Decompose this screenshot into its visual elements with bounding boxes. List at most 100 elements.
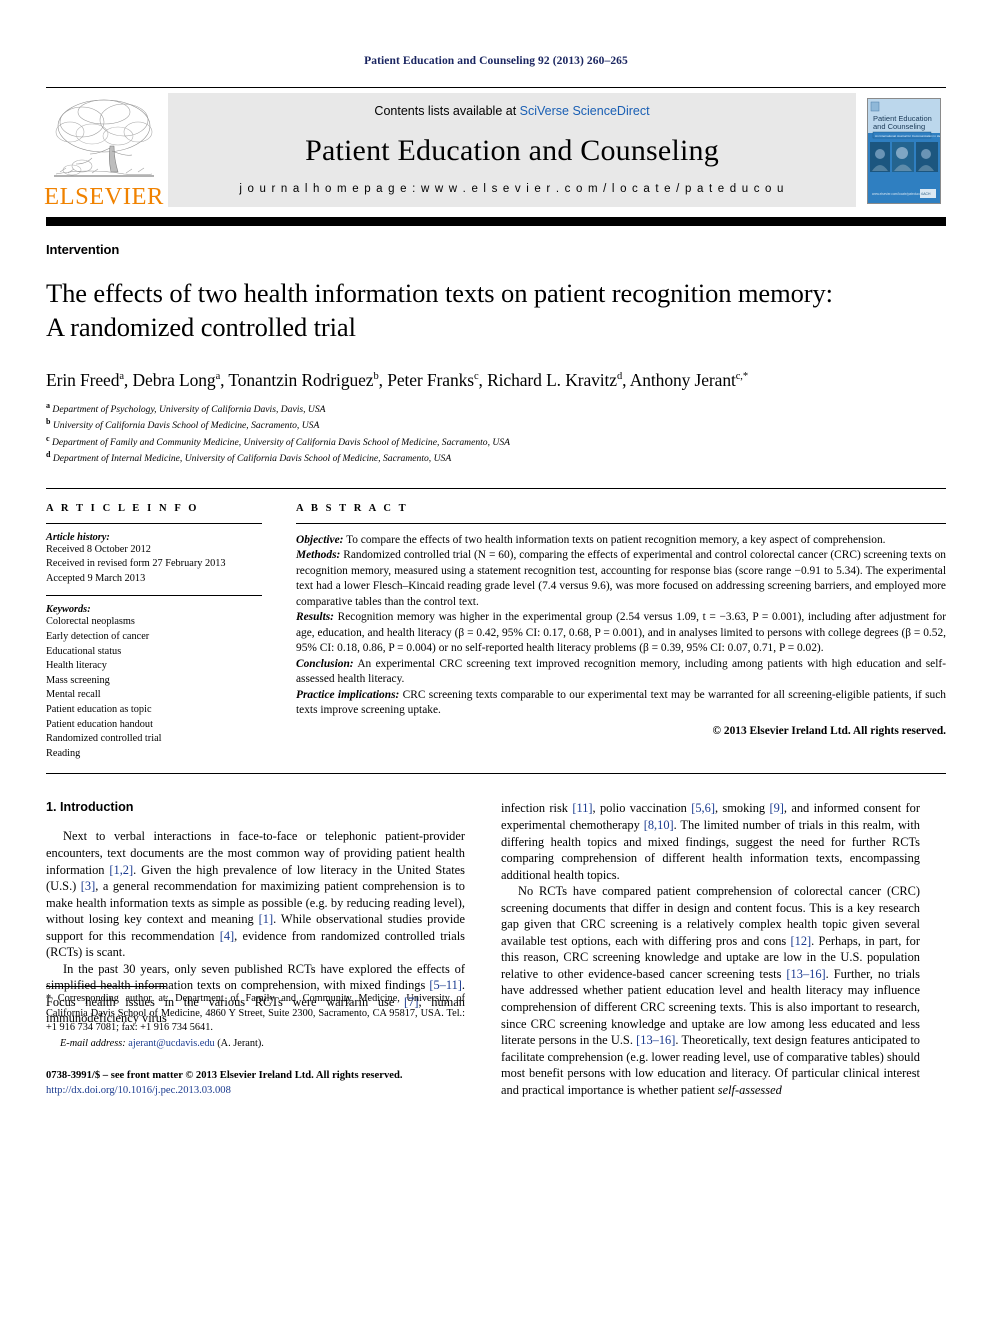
abstract-section-label: Conclusion: (296, 657, 354, 670)
affiliation-line: b University of California Davis School … (46, 417, 320, 432)
affiliation-list: a Department of Psychology, University o… (46, 400, 946, 466)
svg-text:www.elsevier.com/locate/patedu: www.elsevier.com/locate/pateducou (872, 192, 923, 196)
author-affiliation-mark: a (119, 370, 124, 382)
keywords-list: Colorectal neoplasms Early detection of c… (46, 615, 262, 761)
email-note: E-mail address: ajerant@ucdavis.edu (A. … (46, 1037, 465, 1052)
keyword-item: Colorectal neoplasms (46, 616, 135, 628)
footnote-rule (46, 986, 166, 988)
abstract-section: Practice implications: CRC screening tex… (296, 688, 946, 717)
body-paragraph: infection risk [11], polio vaccination [… (501, 801, 921, 882)
journal-title: Patient Education and Counseling (305, 133, 719, 167)
contents-available-line: Contents lists available at SciVerse Sci… (374, 104, 649, 118)
abstract-section: Results: Recognition memory was higher i… (296, 611, 946, 654)
abstract-section-label: Practice implications: (296, 688, 400, 701)
affiliation-mark: a (46, 400, 50, 410)
author-name: Peter Franks (387, 369, 474, 390)
svg-text:and Counseling: and Counseling (873, 122, 925, 131)
abstract-body: Objective: To compare the effects of two… (296, 533, 946, 719)
author-affiliation-mark: b (373, 370, 379, 382)
keyword-item: Randomized controlled trial (46, 733, 162, 745)
footnote-block: * Corresponding author at: Department of… (46, 986, 465, 1098)
article-info-column: A R T I C L E I N F O Article history: R… (46, 503, 296, 762)
abstract-column: A B S T R A C T Objective: To compare th… (296, 503, 946, 762)
emphasis-text: self-assessed (717, 1082, 782, 1097)
keyword-item: Mass screening (46, 674, 110, 686)
article-history-item: Accepted 9 March 2013 (46, 572, 146, 584)
citation-link[interactable]: [9] (769, 801, 783, 815)
keyword-item: Early detection of cancer (46, 630, 150, 642)
citation-link[interactable]: [12] (791, 934, 812, 948)
masthead-center-panel: Contents lists available at SciVerse Sci… (168, 93, 856, 207)
affiliation-line: c Department of Family and Community Med… (46, 433, 510, 448)
right-column-paragraphs: infection risk [11], polio vaccination [… (501, 800, 920, 1098)
sciencedirect-link[interactable]: SciVerse ScienceDirect (520, 104, 650, 118)
introduction-heading: 1. Introduction (46, 800, 134, 815)
abstract-section: Conclusion: An experimental CRC screenin… (296, 657, 946, 686)
abstract-heading: A B S T R A C T (296, 502, 409, 514)
journal-article-page: Patient Education and Counseling 92 (201… (0, 0, 992, 1323)
citation-link[interactable]: [5,6] (691, 801, 715, 815)
journal-cover-thumbnail-wrap: Patient Education and Counseling An Inte… (862, 88, 946, 213)
article-title-line-1: The effects of two health information te… (46, 278, 833, 308)
article-info-heading: A R T I C L E I N F O (46, 502, 200, 514)
author-affiliation-mark: c (473, 370, 479, 382)
author-list: Erin Freeda, Debra Longa, Tonantzin Rodr… (46, 369, 748, 390)
citation-link[interactable]: [4] (220, 929, 234, 943)
body-right-column: infection risk [11], polio vaccination [… (501, 800, 920, 1098)
keyword-item: Patient education as topic (46, 703, 152, 715)
body-columns: 1. Introduction Next to verbal interacti… (46, 800, 946, 1098)
abstract-copyright: © 2013 Elsevier Ireland Ltd. All rights … (712, 724, 946, 737)
affiliation-line: d Department of Internal Medicine, Unive… (46, 450, 452, 465)
article-history-label: Article history: (46, 531, 110, 543)
citation-link[interactable]: [13–16] (636, 1033, 675, 1047)
author-affiliation-mark: c,* (735, 370, 748, 382)
citation-link[interactable]: [11] (572, 801, 592, 815)
journal-masthead: ELSEVIER Contents lists available at Sci… (44, 87, 946, 213)
citation-link[interactable]: [1,2] (109, 863, 133, 877)
affiliation-mark: b (46, 417, 51, 427)
abstract-rule (296, 522, 946, 524)
elsevier-logo: ELSEVIER (44, 88, 163, 213)
keywords-label: Keywords: (46, 604, 91, 616)
keyword-item: Educational status (46, 645, 122, 657)
issn-line: 0738-3991/$ – see front matter © 2013 El… (46, 1069, 403, 1081)
email-suffix: (A. Jerant). (214, 1037, 264, 1049)
article-info-rule (46, 522, 262, 524)
article-history-item: Received in revised form 27 February 201… (46, 558, 226, 570)
keyword-item: Health literacy (46, 660, 107, 672)
masthead-black-bar (46, 217, 946, 226)
doi-link[interactable]: http://dx.doi.org/10.1016/j.pec.2013.03.… (46, 1083, 465, 1098)
abstract-section: Objective: To compare the effects of two… (296, 533, 886, 546)
svg-text:An International Journal for C: An International Journal for Communicati… (875, 133, 941, 137)
citation-link[interactable]: [8,10] (644, 818, 674, 832)
elsevier-tree-icon (54, 99, 154, 176)
email-link[interactable]: ajerant@ucdavis.edu (128, 1038, 214, 1049)
article-section-kicker: Intervention (46, 242, 120, 257)
citation-link[interactable]: [3] (81, 879, 95, 893)
article-history-item: Received 8 October 2012 (46, 543, 151, 555)
author-name: Tonantzin Rodriguez (228, 369, 374, 390)
body-left-column: 1. Introduction Next to verbal interacti… (46, 800, 465, 1098)
page-title: The effects of two health information te… (46, 277, 946, 345)
article-info-abstract-band: A R T I C L E I N F O Article history: R… (46, 487, 946, 775)
abstract-section: Methods: Randomized controlled trial (N … (296, 549, 946, 608)
running-head: Patient Education and Counseling 92 (201… (364, 55, 628, 67)
keywords-rule (46, 595, 262, 597)
journal-homepage-line[interactable]: j o u r n a l h o m e p a g e : w w w . … (239, 183, 784, 195)
citation-link[interactable]: [13–16] (786, 967, 825, 981)
citation-link[interactable]: [1] (259, 912, 273, 926)
author-name: Erin Freed (46, 369, 120, 390)
author-affiliation-mark: d (616, 370, 623, 382)
body-paragraph: Next to verbal interactions in face-to-f… (46, 829, 466, 960)
journal-cover-thumbnail: Patient Education and Counseling An Inte… (867, 97, 941, 204)
body-paragraph: No RCTs have compared patient comprehens… (501, 884, 920, 1097)
affiliation-mark: d (46, 450, 51, 460)
email-label: E-mail address: (60, 1037, 126, 1049)
contents-prefix: Contents lists available at (374, 104, 520, 118)
abstract-section-label: Methods: (296, 549, 341, 561)
issn-copyright-block: 0738-3991/$ – see front matter © 2013 El… (46, 1068, 465, 1099)
keyword-item: Mental recall (46, 689, 101, 701)
keyword-item: Reading (46, 747, 81, 759)
abstract-section-label: Objective: (296, 533, 344, 546)
article-title-line-2: A randomized controlled trial (46, 311, 356, 342)
